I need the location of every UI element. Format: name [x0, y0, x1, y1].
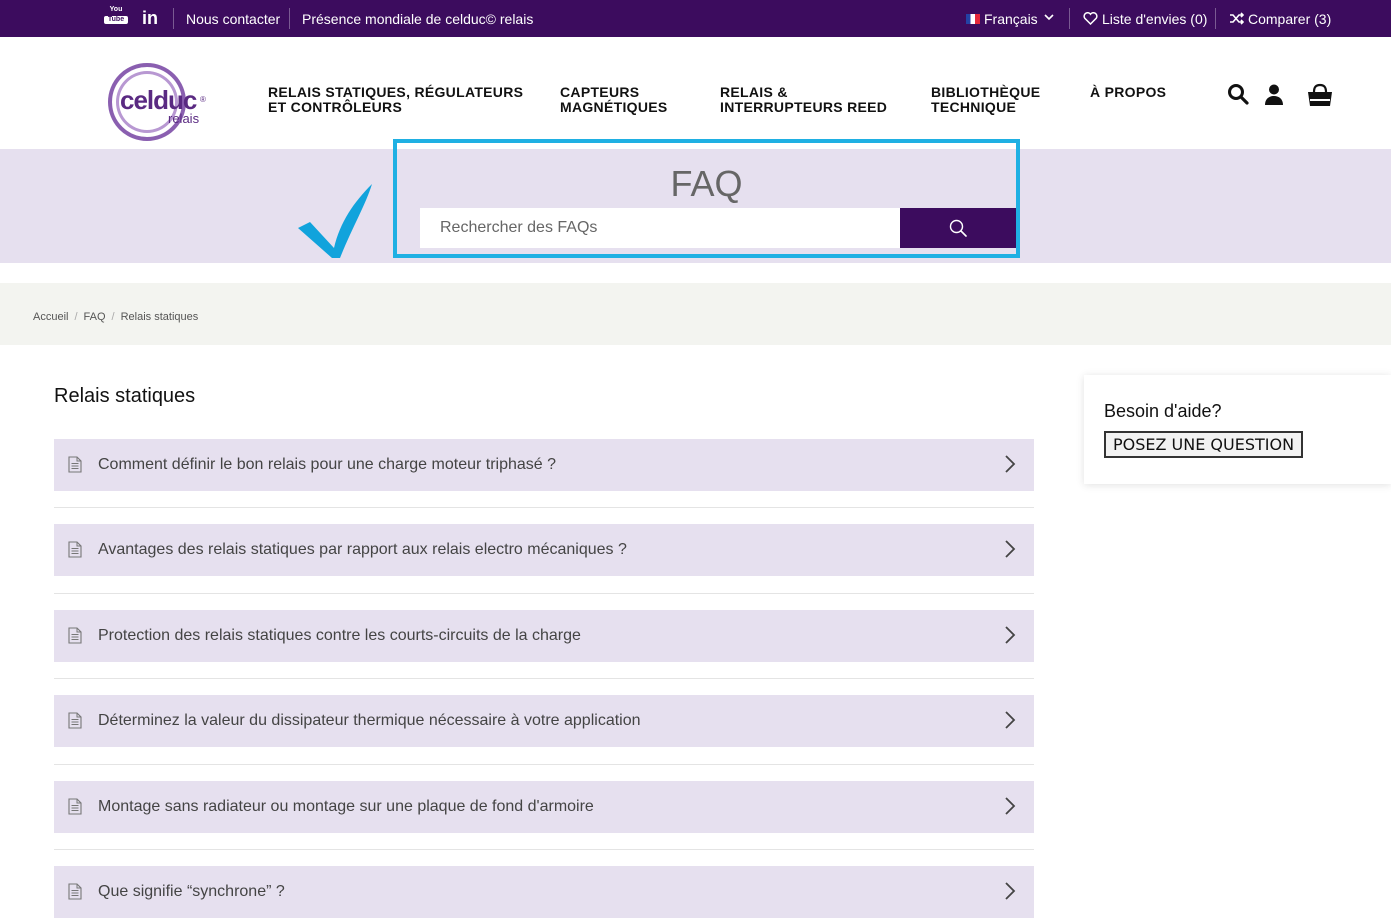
breadcrumb-faq[interactable]: FAQ — [84, 311, 106, 323]
chevron-down-icon — [1044, 13, 1054, 24]
nav-line: TECHNIQUE — [931, 99, 1017, 115]
top-bar: You Tube in Nous contacter Présence mond… — [0, 0, 1391, 37]
search-icon[interactable] — [1227, 83, 1251, 107]
wishlist-link[interactable]: Liste d'envies (0) — [1083, 0, 1207, 37]
document-icon — [68, 627, 82, 644]
faq-item[interactable]: Montage sans radiateur ou montage sur un… — [54, 781, 1034, 833]
faq-item[interactable]: Déterminez la valeur du dissipateur ther… — [54, 695, 1034, 747]
breadcrumb-separator: / — [111, 311, 115, 323]
chevron-right-icon — [1004, 710, 1016, 730]
divider — [1215, 8, 1216, 29]
youtube-label-bottom: Tube — [104, 16, 128, 24]
nav-static-relays[interactable]: RELAIS STATIQUES, RÉGULATEURS ET CONTRÔL… — [268, 85, 523, 115]
nav-line: ET CONTRÔLEURS — [268, 99, 403, 115]
faq-item[interactable]: Avantages des relais statiques par rappo… — [54, 524, 1034, 576]
faq-question: Protection des relais statiques contre l… — [98, 627, 581, 644]
faq-divider — [54, 678, 1034, 679]
nav-reed-relays[interactable]: RELAIS & INTERRUPTEURS REED — [720, 85, 887, 115]
document-icon — [68, 798, 82, 815]
heart-icon — [1083, 12, 1098, 25]
nav-line: RELAIS STATIQUES, RÉGULATEURS — [268, 84, 524, 100]
faq-item[interactable]: Comment définir le bon relais pour une c… — [54, 439, 1034, 491]
nav-line: INTERRUPTEURS REED — [720, 99, 888, 115]
chevron-right-icon — [1004, 625, 1016, 645]
faq-question: Que signifie “synchrone” ? — [98, 883, 285, 900]
divider — [1069, 8, 1070, 29]
breadcrumb-bar: Accueil / FAQ / Relais statiques — [0, 283, 1391, 345]
faq-search-button[interactable] — [900, 208, 1016, 248]
faq-question: Montage sans radiateur ou montage sur un… — [98, 798, 594, 815]
nav-line: RELAIS & — [720, 84, 788, 100]
nav-line: MAGNÉTIQUES — [560, 99, 668, 115]
shuffle-icon — [1229, 12, 1244, 25]
chevron-right-icon — [1004, 881, 1016, 901]
language-selector[interactable]: Français — [966, 0, 1054, 37]
youtube-icon[interactable]: You Tube — [104, 6, 128, 28]
divider — [173, 8, 174, 29]
chevron-right-icon — [1004, 796, 1016, 816]
shopping-bag-icon[interactable] — [1307, 83, 1335, 107]
user-icon[interactable] — [1263, 83, 1287, 107]
linkedin-icon[interactable]: in — [142, 8, 158, 29]
faq-question: Déterminez la valeur du dissipateur ther… — [98, 712, 641, 729]
checkmark-icon — [296, 182, 376, 262]
document-icon — [68, 541, 82, 558]
logo-sub: relais — [168, 111, 200, 126]
breadcrumb: Accueil / FAQ / Relais statiques — [33, 311, 198, 323]
faq-search-highlight: FAQ — [393, 139, 1020, 258]
faq-divider — [54, 764, 1034, 765]
help-title: Besoin d'aide? — [1104, 401, 1222, 421]
chevron-right-icon — [1004, 454, 1016, 474]
faq-search-input[interactable] — [420, 208, 900, 248]
global-presence-link[interactable]: Présence mondiale de celduc© relais — [302, 0, 533, 37]
chevron-right-icon — [1004, 539, 1016, 559]
celduc-logo[interactable]: celduc ® relais — [108, 63, 208, 141]
compare-link[interactable]: Comparer (3) — [1229, 0, 1331, 37]
section-title: Relais statiques — [54, 385, 196, 407]
compare-label: Comparer (3) — [1248, 10, 1332, 27]
youtube-label-top: You — [109, 6, 123, 13]
nav-magnetic-sensors[interactable]: CAPTEURS MAGNÉTIQUES — [560, 85, 668, 115]
breadcrumb-home[interactable]: Accueil — [33, 311, 68, 323]
france-flag-icon — [966, 13, 980, 24]
nav-line: BIBLIOTHÈQUE — [931, 84, 1041, 100]
main-header: celduc ® relais RELAIS STATIQUES, RÉGULA… — [0, 37, 1391, 149]
search-icon — [949, 219, 967, 237]
wishlist-label: Liste d'envies (0) — [1102, 10, 1208, 27]
nav-about[interactable]: À PROPOS — [1090, 85, 1166, 100]
document-icon — [68, 883, 82, 900]
nav-technical-library[interactable]: BIBLIOTHÈQUE TECHNIQUE — [931, 85, 1040, 115]
divider — [289, 8, 290, 29]
contact-link[interactable]: Nous contacter — [186, 0, 280, 37]
help-box: Besoin d'aide? POSEZ UNE QUESTION — [1084, 375, 1391, 484]
document-icon — [68, 712, 82, 729]
faq-divider — [54, 507, 1034, 508]
faq-title: FAQ — [670, 163, 743, 204]
faq-divider — [54, 849, 1034, 850]
faq-divider — [54, 593, 1034, 594]
document-icon — [68, 456, 82, 473]
breadcrumb-current: Relais statiques — [120, 311, 199, 323]
faq-item[interactable]: Que signifie “synchrone” ? — [54, 866, 1034, 918]
language-label: Français — [984, 10, 1038, 27]
faq-item[interactable]: Protection des relais statiques contre l… — [54, 610, 1034, 662]
breadcrumb-separator: / — [74, 311, 78, 323]
faq-question: Comment définir le bon relais pour une c… — [98, 456, 557, 473]
logo-registered: ® — [200, 95, 206, 104]
ask-question-button[interactable]: POSEZ UNE QUESTION — [1104, 431, 1304, 458]
faq-question: Avantages des relais statiques par rappo… — [98, 541, 627, 558]
nav-line: CAPTEURS — [560, 84, 640, 100]
